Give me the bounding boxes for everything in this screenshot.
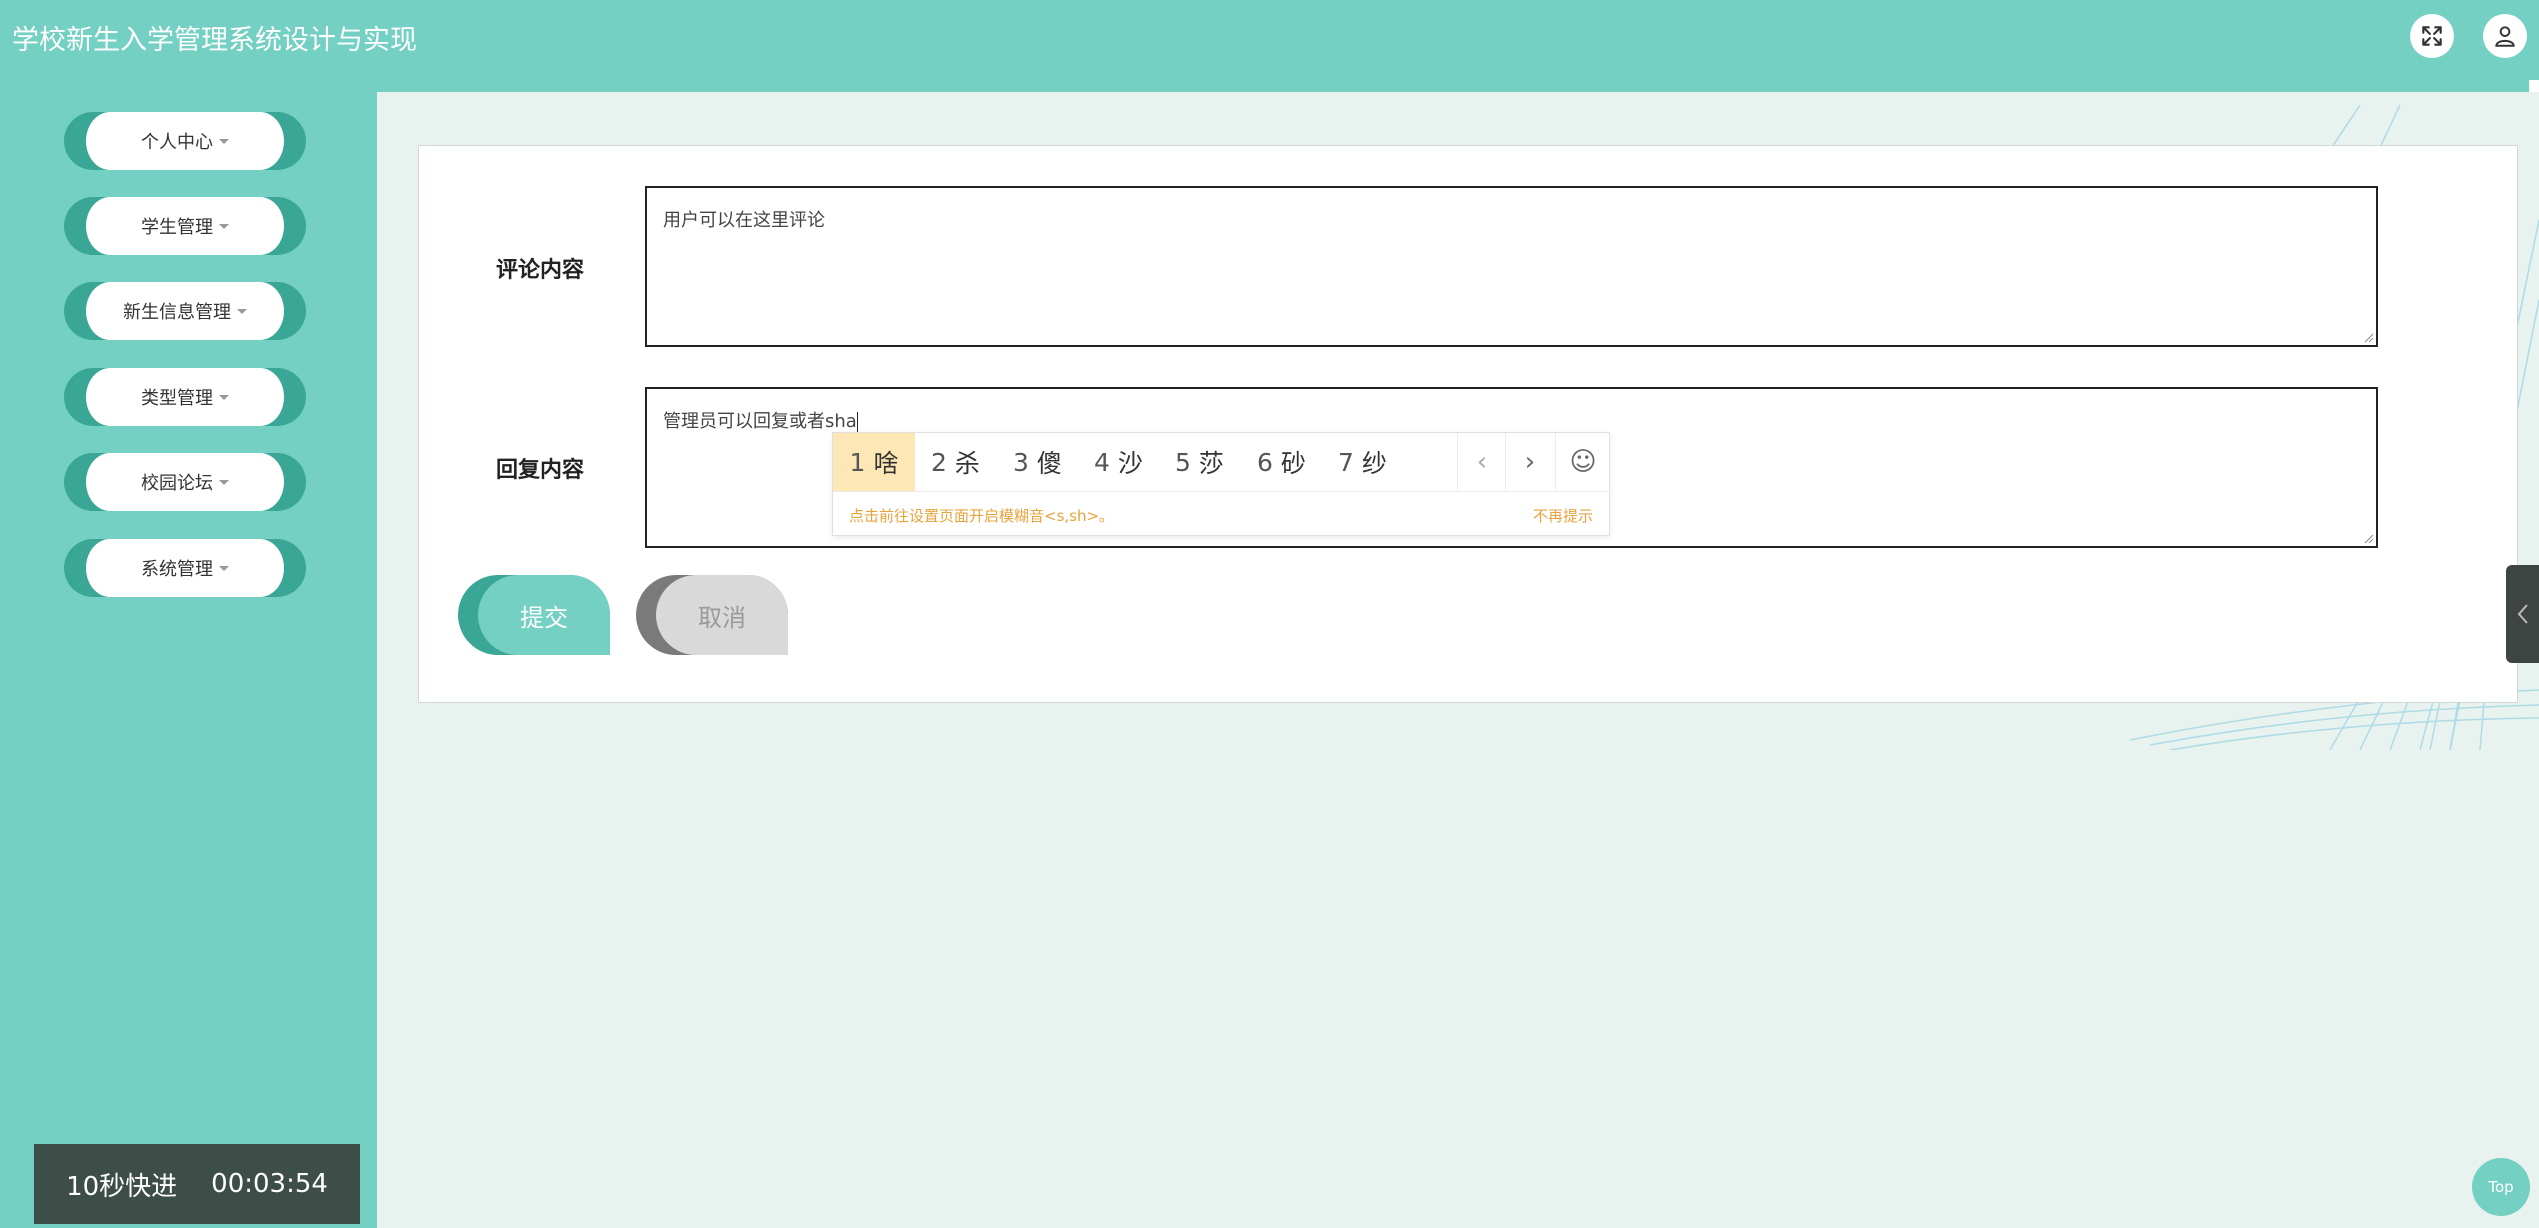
sidebar-item-label: 类型管理 (141, 388, 213, 409)
sidebar-item-freshman-info[interactable]: 新生信息管理 (64, 282, 306, 340)
ime-candidate-1[interactable]: 1啥 (833, 433, 915, 491)
ime-dismiss-hint-link[interactable]: 不再提示 (1533, 505, 1593, 526)
ime-fuzzy-hint[interactable]: 点击前往设置页面开启模糊音<s,sh>。 (849, 505, 1114, 526)
back-to-top-label: Top (2488, 1178, 2514, 1196)
sidebar-item-campus-forum[interactable]: 校园论坛 (64, 453, 306, 511)
ime-prev-page-button[interactable]: ‹ (1457, 433, 1506, 491)
caret-down-icon (219, 565, 229, 571)
ime-candidate-2[interactable]: 2杀 (931, 433, 980, 491)
ime-candidate-3[interactable]: 3傻 (1013, 433, 1062, 491)
sidebar-item-label: 新生信息管理 (123, 302, 231, 323)
sidebar-item-label: 校园论坛 (141, 473, 213, 494)
right-panel-toggle[interactable] (2506, 565, 2539, 663)
ime-candidate-row: 1啥 2杀 3傻 4沙 5莎 6砂 7纱 ‹ › ☺ (833, 433, 1609, 492)
caret-down-icon (219, 223, 229, 229)
emoji-icon: ☺ (1569, 447, 1597, 477)
ime-candidate-6[interactable]: 6砂 (1257, 433, 1306, 491)
comment-textarea[interactable]: 用户可以在这里评论 (645, 186, 2378, 347)
user-menu-button[interactable] (2483, 14, 2527, 58)
fullscreen-icon (2422, 26, 2442, 46)
fullscreen-button[interactable] (2410, 14, 2454, 58)
resize-handle-icon[interactable] (2362, 331, 2374, 343)
comment-label: 评论内容 (496, 258, 585, 283)
ime-candidate-5[interactable]: 5莎 (1175, 433, 1224, 491)
ime-candidate-popup: 1啥 2杀 3傻 4沙 5莎 6砂 7纱 ‹ › ☺ 点击前往设置页面开启模糊音… (832, 432, 1610, 536)
reply-label: 回复内容 (496, 458, 585, 483)
ime-candidate-7[interactable]: 7纱 (1338, 433, 1387, 491)
submit-button[interactable]: 提交 (458, 575, 610, 655)
top-header: 学校新生入学管理系统设计与实现 (0, 0, 2539, 92)
reply-text: 管理员可以回复或者sha (663, 411, 857, 432)
sidebar: 个人中心 学生管理 新生信息管理 类型管理 校园论坛 系统管理 (0, 92, 377, 1228)
user-icon (2495, 26, 2515, 47)
chevron-left-icon (2517, 604, 2528, 624)
ime-emoji-button[interactable]: ☺ (1555, 433, 1610, 491)
text-cursor (856, 412, 858, 432)
sidebar-item-system-management[interactable]: 系统管理 (64, 539, 306, 597)
caret-down-icon (237, 308, 247, 314)
fast-forward-label: 10秒快进 (66, 1171, 178, 1202)
sidebar-item-label: 学生管理 (141, 217, 213, 238)
sidebar-item-student-management[interactable]: 学生管理 (64, 197, 306, 255)
ime-next-page-button[interactable]: › (1505, 433, 1554, 491)
caret-down-icon (219, 138, 229, 144)
caret-down-icon (219, 394, 229, 400)
back-to-top-button[interactable]: Top (2472, 1158, 2530, 1216)
sidebar-item-personal-center[interactable]: 个人中心 (64, 112, 306, 170)
submit-button-label: 提交 (478, 575, 610, 655)
comment-text: 用户可以在这里评论 (663, 210, 825, 231)
chevron-right-icon: › (1524, 447, 1536, 477)
ime-candidate-4[interactable]: 4沙 (1094, 433, 1143, 491)
chevron-left-icon: ‹ (1476, 447, 1488, 477)
resize-handle-icon[interactable] (2362, 532, 2374, 544)
sidebar-item-type-management[interactable]: 类型管理 (64, 368, 306, 426)
header-accent (2529, 80, 2539, 92)
caret-down-icon (219, 479, 229, 485)
timer-time: 00:03:54 (211, 1169, 328, 1199)
fast-forward-timer[interactable]: 10秒快进 00:03:54 (34, 1144, 360, 1224)
cancel-button[interactable]: 取消 (636, 575, 788, 655)
sidebar-item-label: 个人中心 (141, 132, 213, 153)
app-title: 学校新生入学管理系统设计与实现 (12, 25, 417, 56)
cancel-button-label: 取消 (656, 575, 788, 655)
sidebar-item-label: 系统管理 (141, 559, 213, 580)
